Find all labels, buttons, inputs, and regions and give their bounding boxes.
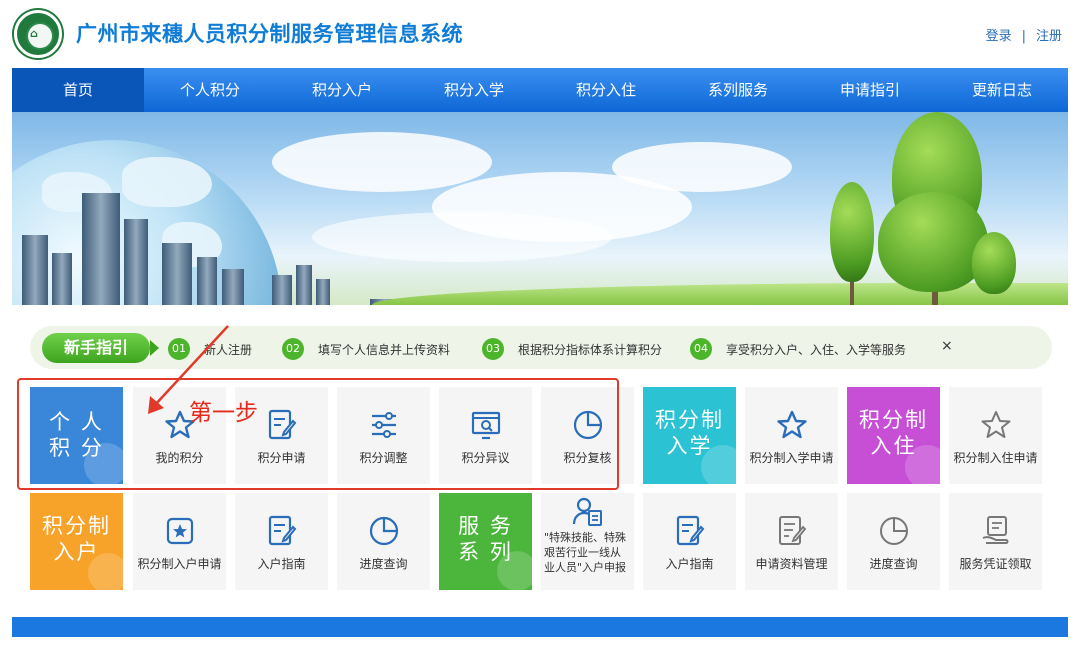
tile-household-apply[interactable]: 积分制入户申请 (133, 493, 226, 590)
tile-school-apply[interactable]: 积分制入学申请 (745, 387, 838, 484)
tile-housing-apply[interactable]: 积分制入住申请 (949, 387, 1042, 484)
tile-label: 进度查询 (847, 555, 940, 572)
tile-label: 服务凭证领取 (949, 555, 1042, 572)
guide-step-number: 02 (282, 338, 304, 360)
tile-label: "特殊技能、特殊艰苦行业一线从业人员"入户申报 (541, 530, 634, 575)
auth-links: 登录 | 注册 (986, 25, 1062, 44)
header: ⌂ 广州市来穗人员积分制服务管理信息系统 登录 | 注册 (0, 0, 1080, 68)
tile-materials-manage[interactable]: 申请资料管理 (745, 493, 838, 590)
category-line: 入学 (643, 433, 736, 459)
tile-label: 入户指南 (235, 555, 328, 572)
category-points-household[interactable]: 积分制 入户 (30, 493, 123, 590)
star-badge-icon (164, 515, 196, 547)
footer-bar (12, 617, 1068, 637)
star-icon (776, 409, 808, 441)
annotation-text: 第一步 (189, 393, 258, 427)
nav-apply-guide[interactable]: 申请指引 (804, 68, 936, 112)
tile-voucher-collect[interactable]: 服务凭证领取 (949, 493, 1042, 590)
person-doc-icon (572, 496, 604, 528)
category-line: 积分制 (643, 407, 736, 433)
tile-special-skills-apply[interactable]: "特殊技能、特殊艰苦行业一线从业人员"入户申报 (541, 493, 634, 590)
category-line: 入住 (847, 433, 940, 459)
tile-label: 积分制入学申请 (745, 449, 838, 466)
category-points-school[interactable]: 积分制 入学 (643, 387, 736, 484)
edit-doc-icon (266, 514, 298, 548)
category-series-service[interactable]: 服 务 系 列 (439, 493, 532, 590)
guide-step-text: 填写个人信息并上传资料 (318, 341, 450, 358)
nav-update-log[interactable]: 更新日志 (936, 68, 1068, 112)
tile-label: 进度查询 (337, 555, 430, 572)
site-logo: ⌂ (14, 10, 62, 58)
doc-edit-icon (776, 514, 808, 548)
guide-step-number: 03 (482, 338, 504, 360)
tile-household-progress[interactable]: 进度查询 (337, 493, 430, 590)
tile-household-guide[interactable]: 入户指南 (235, 493, 328, 590)
tile-label: 申请资料管理 (745, 555, 838, 572)
nav-series-service[interactable]: 系列服务 (672, 68, 804, 112)
site-title: 广州市来穗人员积分制服务管理信息系统 (76, 18, 463, 48)
category-line: 积分制 (30, 513, 123, 539)
hand-doc-icon (980, 514, 1012, 548)
guide-step-text: 根据积分指标体系计算积分 (518, 341, 662, 358)
star-outline-icon (980, 409, 1012, 441)
category-points-housing[interactable]: 积分制 入住 (847, 387, 940, 484)
annotation-highlight-box (17, 378, 619, 490)
tile-household-guide-2[interactable]: 入户指南 (643, 493, 736, 590)
tile-service-progress[interactable]: 进度查询 (847, 493, 940, 590)
pie-chart-icon (878, 515, 910, 547)
pie-chart-icon (368, 515, 400, 547)
guide-step-text: 享受积分入户、入住、入学等服务 (726, 341, 906, 358)
nav-personal-points[interactable]: 个人积分 (144, 68, 276, 112)
nav-points-household[interactable]: 积分入户 (276, 68, 408, 112)
tile-label: 积分制入户申请 (133, 555, 226, 572)
hero-banner (12, 112, 1068, 305)
edit-doc-icon (674, 514, 706, 548)
nav-home[interactable]: 首页 (12, 68, 144, 112)
category-line: 入户 (30, 539, 123, 565)
guide-close-button[interactable]: × (941, 338, 953, 354)
main-nav: 首页 个人积分 积分入户 积分入学 积分入住 系列服务 申请指引 更新日志 (12, 68, 1068, 112)
nav-points-housing[interactable]: 积分入住 (540, 68, 672, 112)
guide-step-number: 04 (690, 338, 712, 360)
login-link[interactable]: 登录 (986, 29, 1012, 44)
category-line: 服 务 (439, 513, 532, 539)
register-link[interactable]: 注册 (1036, 29, 1062, 44)
tile-label: 入户指南 (643, 555, 736, 572)
guide-tag: 新手指引 (42, 333, 150, 363)
category-line: 系 列 (439, 539, 532, 565)
tile-label: 积分制入住申请 (949, 449, 1042, 466)
logo-house-icon: ⌂ (30, 27, 46, 39)
auth-separator: | (1022, 29, 1026, 44)
category-line: 积分制 (847, 407, 940, 433)
nav-points-school[interactable]: 积分入学 (408, 68, 540, 112)
